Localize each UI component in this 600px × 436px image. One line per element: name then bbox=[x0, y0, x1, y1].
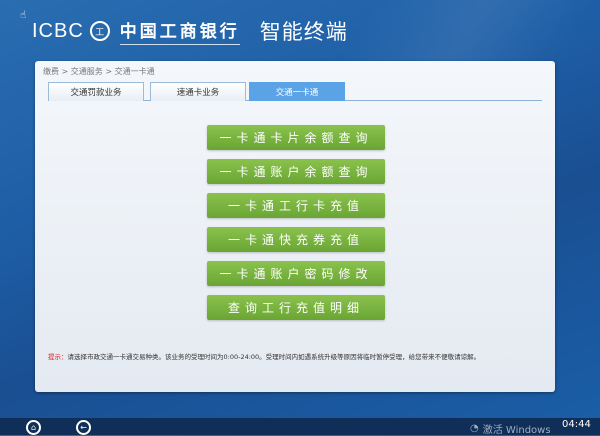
tab-transit-card[interactable]: 交通一卡通 bbox=[249, 82, 345, 101]
account-balance-query-button[interactable]: 一卡通账户余额查询 bbox=[207, 159, 385, 184]
recharge-details-button[interactable]: 查询工行充值明细 bbox=[207, 295, 385, 320]
activate-windows: ◔ 激活 Windows bbox=[470, 421, 551, 436]
tab-speed-card[interactable]: 速通卡业务 bbox=[150, 82, 246, 101]
card-balance-query-button[interactable]: 一卡通卡片余额查询 bbox=[207, 125, 385, 150]
tab-traffic-fines[interactable]: 交通罚款业务 bbox=[48, 82, 144, 101]
notice-text: 请选择市政交通一卡通交易种类。该业务的受理时间为0:00-24:00。受理时间内… bbox=[67, 353, 481, 361]
bank-name: 中国工商银行 bbox=[119, 17, 240, 45]
tab-bar: 交通罚款业务 速通卡业务 交通一卡通 bbox=[48, 82, 542, 101]
activate-text: 激活 Windows bbox=[482, 425, 551, 436]
bank-logo: ICBC 工 中国工商银行 智能终端 bbox=[32, 16, 348, 46]
voucher-recharge-button[interactable]: 一卡通快充券充值 bbox=[207, 227, 385, 252]
windows-icon: ◔ bbox=[470, 423, 479, 434]
notice-label: 提示： bbox=[48, 353, 68, 361]
change-password-button[interactable]: 一卡通账户密码修改 bbox=[207, 261, 385, 286]
clock: 04:44 bbox=[562, 419, 591, 430]
hand-cursor-icon: ☝ bbox=[20, 10, 27, 21]
terminal-title: 智能终端 bbox=[259, 20, 348, 44]
icbc-seal-icon: 工 bbox=[89, 21, 110, 41]
main-panel: 缴费 > 交通服务 > 交通一卡通 交通罚款业务 速通卡业务 交通一卡通 一卡通… bbox=[35, 61, 555, 392]
breadcrumb: 缴费 > 交通服务 > 交通一卡通 bbox=[43, 67, 155, 76]
home-icon[interactable]: ⌂ bbox=[26, 420, 41, 435]
back-icon[interactable]: ← bbox=[76, 420, 91, 435]
notice: 提示：请选择市政交通一卡通交易种类。该业务的受理时间为0:00-24:00。受理… bbox=[48, 353, 543, 362]
icbc-card-recharge-button[interactable]: 一卡通工行卡充值 bbox=[207, 193, 385, 218]
brand-text: ICBC bbox=[32, 19, 84, 42]
